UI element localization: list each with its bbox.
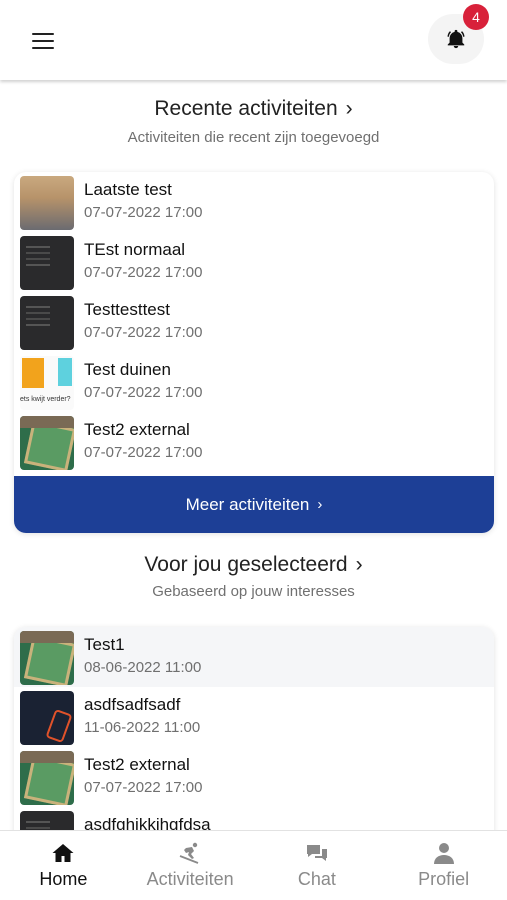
activity-row[interactable]: asdfsadfsadf 11-06-2022 11:00 <box>14 687 494 747</box>
top-app-bar: 4 <box>0 0 507 80</box>
activity-row[interactable]: Laatste test 07-07-2022 17:00 <box>14 172 494 232</box>
chevron-right-icon: › <box>355 553 363 576</box>
nav-item-activiteiten[interactable]: Activiteiten <box>127 831 254 900</box>
bell-icon <box>447 29 465 49</box>
activity-date: 07-07-2022 17:00 <box>84 324 203 341</box>
activity-title: Laatste test <box>84 180 172 199</box>
chevron-right-icon: › <box>317 496 323 513</box>
recent-activities-title: Recente activiteiten <box>154 97 338 120</box>
activity-thumbnail <box>20 176 74 230</box>
activity-date: 07-07-2022 17:00 <box>84 384 203 401</box>
recent-activities-heading[interactable]: Recente activiteiten › <box>0 97 507 121</box>
activity-row[interactable]: TEst normaal 07-07-2022 17:00 <box>14 232 494 292</box>
nav-label: Activiteiten <box>146 869 234 889</box>
activity-title: Test duinen <box>84 360 171 379</box>
activity-thumbnail <box>20 416 74 470</box>
more-activities-label: Meer activiteiten <box>185 494 310 514</box>
chat-bubbles-icon <box>306 845 327 861</box>
activity-date: 11-06-2022 11:00 <box>84 719 201 736</box>
selected-for-you-heading[interactable]: Voor jou geselecteerd › <box>0 553 507 577</box>
selected-for-you-subtitle: Gebaseerd op jouw interesses <box>152 583 355 600</box>
activity-title: Test2 external <box>84 755 190 774</box>
nav-label: Home <box>39 869 88 889</box>
chevron-right-icon: › <box>345 97 353 120</box>
activity-title: Testtesttest <box>84 300 170 319</box>
activity-title: TEst normaal <box>84 240 186 259</box>
nav-label: Chat <box>297 869 336 889</box>
activity-thumbnail <box>20 691 74 745</box>
activity-date: 07-07-2022 17:00 <box>84 204 203 221</box>
notification-count-badge: 4 <box>463 4 489 30</box>
activity-thumbnail <box>20 751 74 805</box>
activity-thumbnail <box>20 631 74 685</box>
recent-activities-card: Laatste test 07-07-2022 17:00 TEst norma… <box>14 172 494 533</box>
activity-title: asdfsadfsadf <box>84 695 181 714</box>
bottom-navigation: Home Activiteiten Chat Profiel <box>0 830 507 900</box>
activity-title: Test2 external <box>84 420 190 439</box>
activity-thumbnail: ets kwijt verder? <box>20 356 74 410</box>
home-icon <box>52 844 74 862</box>
more-activities-button[interactable]: Meer activiteiten › <box>14 476 494 533</box>
hamburger-menu-icon[interactable] <box>32 33 54 49</box>
selected-for-you-title: Voor jou geselecteerd <box>144 553 348 576</box>
activity-row[interactable]: Testtesttest 07-07-2022 17:00 <box>14 292 494 352</box>
activity-date: 07-07-2022 17:00 <box>84 779 203 796</box>
activity-row[interactable]: ets kwijt verder? Test duinen 07-07-2022… <box>14 352 494 412</box>
thumbnail-caption: ets kwijt verder? <box>20 396 71 403</box>
activity-date: 07-07-2022 17:00 <box>84 444 203 461</box>
recent-activities-subtitle: Activiteiten die recent zijn toegevoegd <box>127 129 380 146</box>
activity-row[interactable]: Test1 08-06-2022 11:00 <box>14 627 494 687</box>
activity-date: 07-07-2022 17:00 <box>84 264 203 281</box>
activity-row[interactable]: Test2 external 07-07-2022 17:00 <box>14 747 494 807</box>
nav-item-profiel[interactable]: Profiel <box>380 831 507 900</box>
skiing-person-icon <box>179 842 199 864</box>
activity-row[interactable]: Test2 external 07-07-2022 17:00 <box>14 412 494 472</box>
nav-item-chat[interactable]: Chat <box>254 831 381 900</box>
user-icon <box>433 843 454 864</box>
activity-thumbnail <box>20 236 74 290</box>
nav-label: Profiel <box>418 869 470 889</box>
activity-thumbnail <box>20 296 74 350</box>
nav-item-home[interactable]: Home <box>0 831 127 900</box>
activity-date: 08-06-2022 11:00 <box>84 659 202 676</box>
activity-title: Test1 <box>84 635 125 654</box>
